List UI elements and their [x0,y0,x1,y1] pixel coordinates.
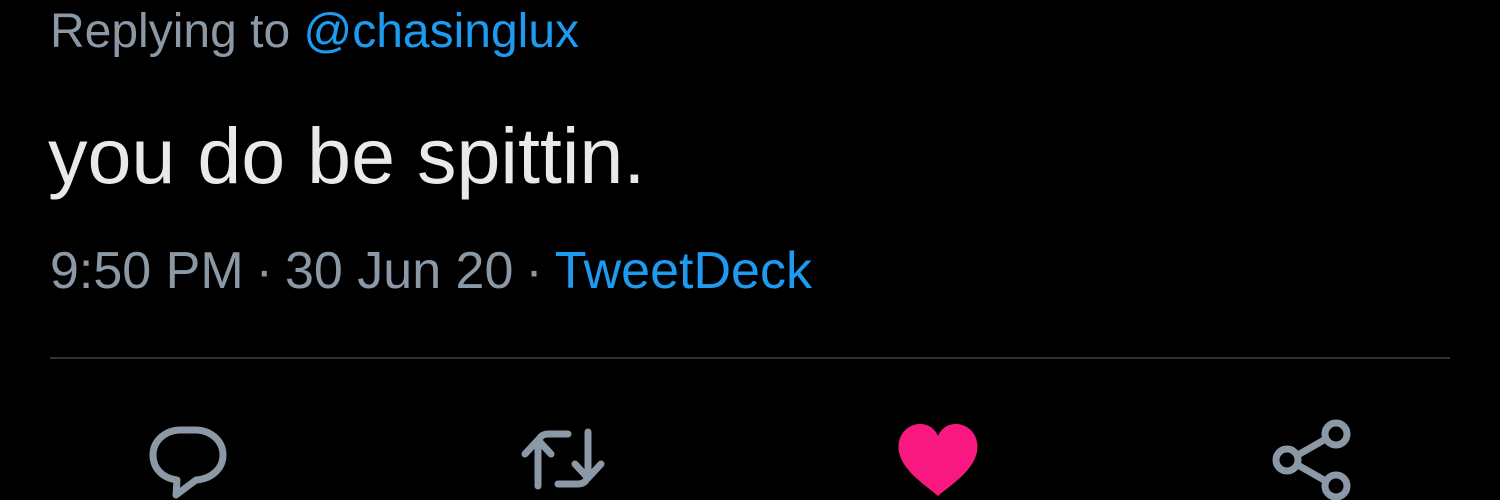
heart-icon [898,424,978,496]
share-icon [1272,419,1351,500]
replying-to-label: Replying to [50,5,304,58]
like-button[interactable] [893,418,983,500]
reply-button[interactable] [143,418,233,500]
retweet-icon [521,428,605,490]
tweet-time[interactable]: 9:50 PM [50,242,244,300]
retweet-button[interactable] [518,418,608,500]
reply-handle-link[interactable]: @chasinglux [303,5,579,58]
meta-separator: · [525,242,543,300]
comment-icon [149,426,227,499]
tweet-source-link[interactable]: TweetDeck [555,242,812,300]
meta-separator: · [255,242,273,300]
tweet-meta: 9:50 PM · 30 Jun 20 · TweetDeck [50,238,812,304]
replying-to-line: Replying to @chasinglux [50,2,579,62]
divider [50,357,1450,359]
tweet-date[interactable]: 30 Jun 20 [285,242,513,300]
share-button[interactable] [1267,418,1357,500]
tweet-text: you do be spittin. [48,111,646,200]
